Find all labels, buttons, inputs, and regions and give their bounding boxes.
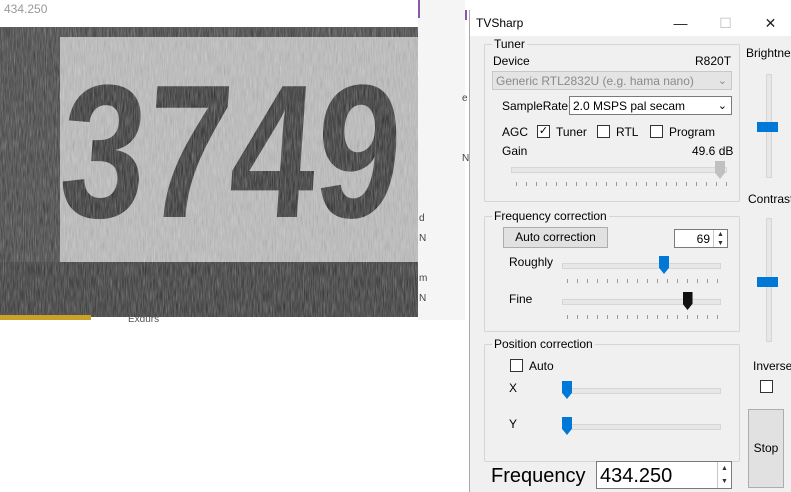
contrast-label: Contrast: [748, 192, 791, 206]
title-bar[interactable]: TVSharp — ☐ ✕: [470, 10, 791, 36]
chevron-down-icon: ⌄: [717, 75, 727, 87]
device-select-value: Generic RTL2832U (e.g. hama nano): [496, 74, 694, 88]
brightness-slider-thumb[interactable]: [757, 121, 778, 132]
y-slider-track[interactable]: [562, 424, 721, 430]
position-correction-title: Position correction: [492, 337, 595, 351]
roughly-slider-ticks: [567, 279, 721, 283]
x-label: X: [509, 381, 518, 395]
frequency-correction-group: Frequency correction Auto correction 69 …: [484, 209, 740, 332]
bg-fragment: N: [419, 233, 427, 244]
accent-mark: [465, 10, 467, 20]
bg-fragment: m: [419, 273, 428, 284]
video-frame: 3749: [0, 27, 418, 317]
agc-program-checkbox[interactable]: [650, 125, 663, 138]
x-slider-thumb[interactable]: [562, 381, 572, 399]
inverse-checkbox[interactable]: [760, 380, 773, 393]
frequency-label: Frequency: [491, 465, 586, 487]
samplerate-select[interactable]: 2.0 MSPS pal secam ⌄: [569, 96, 732, 115]
tuner-group: Tuner Device R820T Generic RTL2832U (e.g…: [484, 37, 740, 202]
x-slider-track[interactable]: [562, 388, 721, 394]
device-model: R820T: [695, 54, 732, 68]
gain-slider-thumb[interactable]: [715, 161, 725, 179]
contrast-slider-thumb[interactable]: [757, 277, 778, 288]
fine-slider-thumb[interactable]: [682, 292, 693, 310]
bg-fragment: d: [419, 213, 425, 224]
agc-tuner-checkbox[interactable]: ✓: [537, 125, 550, 138]
gain-value: 49.6 dB: [692, 144, 734, 158]
spinner-arrows-icon[interactable]: ▲ ▼: [717, 462, 731, 488]
roughly-slider-thumb[interactable]: [659, 256, 670, 274]
frequency-correction-title: Frequency correction: [492, 209, 609, 223]
y-label: Y: [509, 417, 518, 431]
gain-slider-ticks: [516, 182, 727, 186]
video-window-title: 434.250: [4, 2, 48, 16]
tvsharp-window: TVSharp — ☐ ✕ Tuner Device R820T Generic…: [469, 10, 791, 492]
position-auto-label: Auto: [529, 359, 554, 373]
chevron-down-icon: ⌄: [717, 100, 727, 112]
agc-label: AGC: [502, 125, 529, 139]
agc-rtl-label: RTL: [616, 125, 639, 139]
background-window-fragment: e N d N m N: [418, 0, 469, 320]
stop-button[interactable]: Stop: [748, 409, 784, 488]
fine-slider-track[interactable]: [562, 299, 721, 305]
close-button[interactable]: ✕: [748, 10, 791, 36]
frequency-correction-value: 69: [696, 232, 710, 246]
background-strip: [0, 315, 91, 320]
device-select[interactable]: Generic RTL2832U (e.g. hama nano) ⌄: [492, 71, 732, 90]
agc-tuner-label: Tuner: [556, 125, 587, 139]
device-label: Device: [493, 54, 530, 68]
auto-correction-button[interactable]: Auto correction: [503, 227, 608, 248]
position-auto-checkbox[interactable]: [510, 359, 523, 372]
fine-slider-ticks: [567, 315, 721, 319]
brightness-label: Brightnes: [746, 46, 791, 60]
fine-label: Fine: [509, 292, 533, 306]
maximize-button[interactable]: ☐: [703, 10, 748, 36]
y-slider-thumb[interactable]: [562, 417, 572, 435]
spinner-arrows-icon[interactable]: ▲ ▼: [713, 230, 727, 247]
bg-fragment: e: [462, 93, 468, 104]
tuner-group-title: Tuner: [492, 37, 527, 51]
background-text: Exdurs: [128, 314, 160, 325]
gain-label: Gain: [502, 144, 528, 158]
roughly-label: Roughly: [509, 255, 554, 269]
frequency-correction-spinner[interactable]: 69 ▲ ▼: [674, 229, 728, 248]
samplerate-label: SampleRate: [502, 99, 569, 113]
gain-slider-track[interactable]: [511, 167, 727, 173]
frequency-spinner[interactable]: 434.250 ▲ ▼: [596, 461, 732, 489]
frequency-value: 434.250: [600, 465, 673, 487]
video-window: 434.250 3749: [0, 0, 423, 320]
accent-mark: [418, 0, 420, 18]
position-correction-group: Position correction Auto X Y: [484, 337, 740, 462]
window-title: TVSharp: [476, 16, 524, 30]
inverse-label: Inverse: [753, 359, 791, 373]
minimize-button[interactable]: —: [658, 10, 703, 36]
samplerate-select-value: 2.0 MSPS pal secam: [573, 99, 686, 113]
agc-rtl-checkbox[interactable]: [597, 125, 610, 138]
bg-fragment: N: [419, 293, 427, 304]
roughly-slider-track[interactable]: [562, 263, 721, 269]
agc-program-label: Program: [669, 125, 716, 139]
